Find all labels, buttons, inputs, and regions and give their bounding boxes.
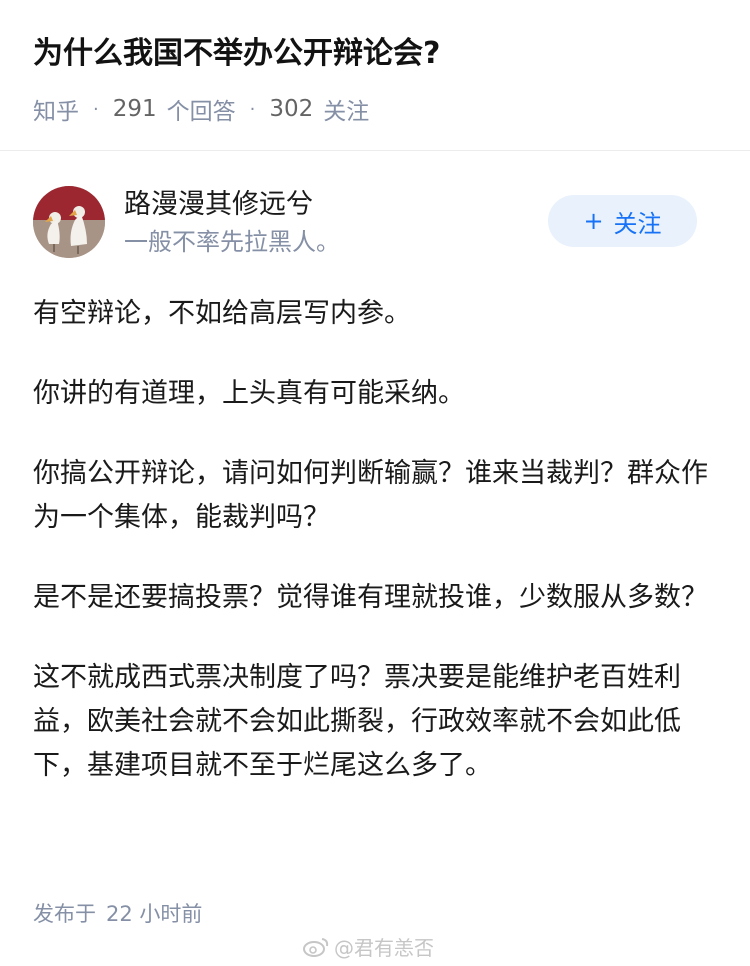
source-label[interactable]: 知乎	[33, 92, 79, 126]
author-name[interactable]: 路漫漫其修远兮	[124, 186, 313, 224]
plus-icon: +	[583, 207, 604, 235]
answer-paragraph: 这不就成西式票决制度了吗？票决要是能维护老百姓利益，欧美社会就不会如此撕裂，行政…	[33, 662, 681, 781]
watermark-text: @君有恙否	[334, 936, 434, 960]
answers-count: 291	[112, 96, 157, 122]
question-title[interactable]: 为什么我国不举办公开辩论会?	[33, 32, 723, 76]
watermark: @君有恙否	[302, 932, 434, 961]
avatar-image	[33, 186, 105, 258]
follow-label: 关注	[613, 209, 662, 238]
follow-button[interactable]: + 关注	[548, 195, 697, 247]
followers-count: 302	[269, 96, 314, 122]
published-time-value: 22 小时前	[106, 902, 203, 926]
answer-paragraph: 你搞公开辩论，请问如何判断输赢？谁来当裁判？群众作为一个集体，能裁判吗？	[33, 458, 708, 533]
separator-dot: ·	[249, 98, 256, 120]
separator-dot: ·	[93, 98, 99, 120]
answers-label[interactable]: 个回答	[167, 92, 236, 126]
followers-label[interactable]: 关注	[323, 92, 369, 126]
weibo-icon	[303, 937, 329, 957]
answer-paragraph: 你讲的有道理，上头真有可能采纳。	[33, 378, 465, 409]
published-label: 发布于	[33, 902, 96, 926]
author-bio: 一般不率先拉黑人。	[124, 228, 340, 256]
header-divider	[0, 150, 750, 151]
avatar[interactable]	[33, 186, 105, 258]
answer-content: 有空辩论，不如给高层写内参。 你讲的有道理，上头真有可能采纳。 你搞公开辩论，请…	[33, 292, 723, 824]
answer-paragraph: 是不是还要搞投票？觉得谁有理就投谁，少数服从多数？	[33, 582, 708, 613]
answer-paragraph: 有空辩论，不如给高层写内参。	[33, 298, 411, 329]
published-time: 发布于 22 小时前	[33, 898, 202, 928]
question-meta: 知乎 · 291 个回答 · 302 关注	[33, 92, 369, 126]
